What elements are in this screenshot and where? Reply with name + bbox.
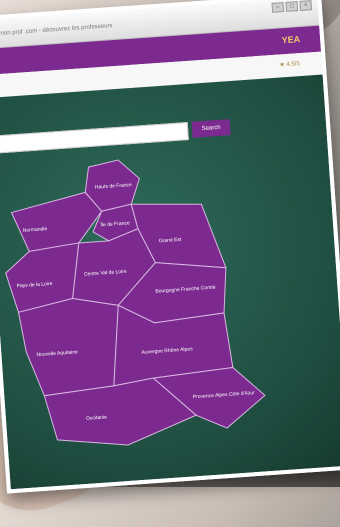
window-controls: – □ ×	[271, 0, 313, 13]
search-input[interactable]	[0, 122, 189, 155]
address-bar[interactable]: mon prof .com - découvrez les professeur…	[0, 23, 113, 37]
site-logo[interactable]: YEA	[281, 34, 300, 45]
minimize-button[interactable]: –	[271, 2, 285, 13]
main-content: Search Hauts de France Normandie Île de …	[0, 74, 340, 490]
maximize-button[interactable]: □	[285, 1, 299, 12]
map-svg: Hauts de France Normandie Île de France …	[5, 159, 266, 446]
france-map: Hauts de France Normandie Île de France …	[0, 143, 308, 463]
close-button[interactable]: ×	[299, 0, 313, 11]
browser-window: mon prof .com - découvrez les professeur…	[0, 0, 340, 494]
photo-scene: mon prof .com - découvrez les professeur…	[0, 0, 340, 527]
rating: ★ 4,5/5	[279, 61, 301, 69]
region-nouvelle-aquitaine[interactable]	[17, 295, 124, 397]
search-button[interactable]: Search	[191, 119, 231, 138]
